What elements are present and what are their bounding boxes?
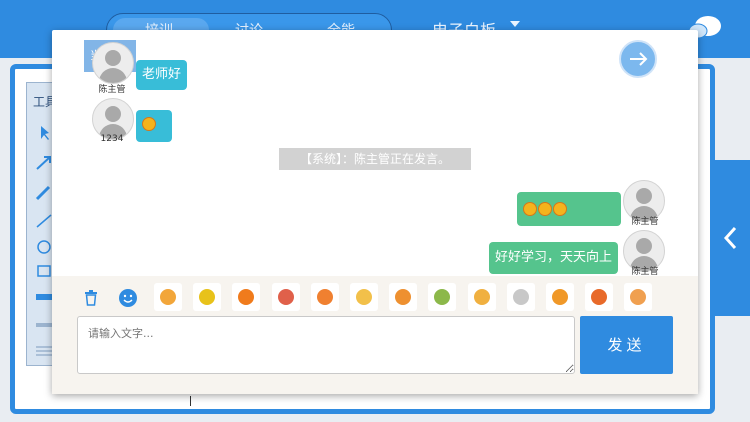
sender-name: 陈主管	[98, 85, 126, 95]
emoji-button[interactable]	[546, 283, 574, 311]
emoji-icon	[552, 289, 568, 305]
sender-name: 陈主管	[631, 217, 659, 227]
pointer-icon[interactable]	[34, 125, 54, 141]
chevron-left-icon	[723, 226, 737, 250]
emoji-button[interactable]	[154, 283, 182, 311]
emoji-button[interactable]	[193, 283, 222, 311]
message-input[interactable]	[77, 316, 575, 374]
side-toggle-button[interactable]	[713, 160, 750, 316]
emoji-button[interactable]	[350, 283, 378, 311]
emoji-icon	[199, 289, 216, 305]
emoji-bar	[52, 280, 698, 314]
send-button[interactable]: 发送	[580, 316, 673, 374]
message-bubble	[136, 110, 172, 142]
sender-name: 1234	[100, 134, 124, 144]
emoji-icon	[356, 289, 372, 305]
line-icon[interactable]	[34, 213, 54, 229]
emoji-icon	[238, 289, 255, 305]
emoji-icon	[591, 289, 608, 305]
emoji-icon	[395, 289, 412, 305]
emoji-button[interactable]	[310, 283, 339, 311]
chevron-down-icon[interactable]	[510, 21, 520, 27]
emoji-icon	[316, 289, 333, 305]
line-style-icon[interactable]	[34, 343, 54, 359]
avatar	[92, 42, 134, 84]
emoji-icon	[512, 289, 529, 305]
emoji-button[interactable]	[506, 283, 535, 311]
emoji-icon	[434, 289, 451, 305]
emoji-icon	[160, 289, 176, 305]
next-button[interactable]	[619, 40, 657, 78]
message-bubble	[517, 192, 621, 226]
emoji-button[interactable]	[271, 283, 300, 311]
emoji-icon	[538, 201, 552, 216]
chat-dialog: 当前2人 陈主管 老师好 1234 【系统】：陈主管正在发言。 陈主管 好好学习…	[52, 30, 698, 394]
emoji-icon	[473, 289, 490, 305]
circle-icon[interactable]	[34, 239, 54, 255]
rectangle-icon[interactable]	[34, 263, 54, 279]
emoji-icon	[142, 116, 156, 131]
trash-icon[interactable]	[82, 288, 100, 306]
system-message: 【系统】：陈主管正在发言。	[279, 148, 471, 170]
emoji-button[interactable]	[428, 283, 457, 311]
emoji-button[interactable]	[467, 283, 496, 311]
pen-icon[interactable]	[34, 185, 54, 201]
arrow-right-icon	[630, 52, 648, 66]
emoji-button[interactable]	[624, 283, 653, 311]
emoji-icon	[553, 201, 567, 216]
arrow-tool-icon[interactable]	[34, 155, 54, 171]
emoji-toggle-icon[interactable]	[119, 289, 137, 307]
input-area: 发送	[52, 276, 698, 394]
emoji-button[interactable]	[232, 283, 261, 311]
emoji-icon	[523, 201, 537, 216]
message-bubble: 好好学习，天天向上	[489, 242, 619, 274]
emoji-icon	[277, 289, 294, 305]
emoji-button[interactable]	[585, 283, 614, 311]
thick-line-icon[interactable]	[34, 289, 54, 305]
thin-line-icon[interactable]	[34, 317, 54, 333]
emoji-icon	[630, 289, 647, 305]
emoji-button[interactable]	[389, 283, 418, 311]
message-bubble: 老师好	[136, 60, 188, 90]
text-cursor	[190, 396, 191, 406]
